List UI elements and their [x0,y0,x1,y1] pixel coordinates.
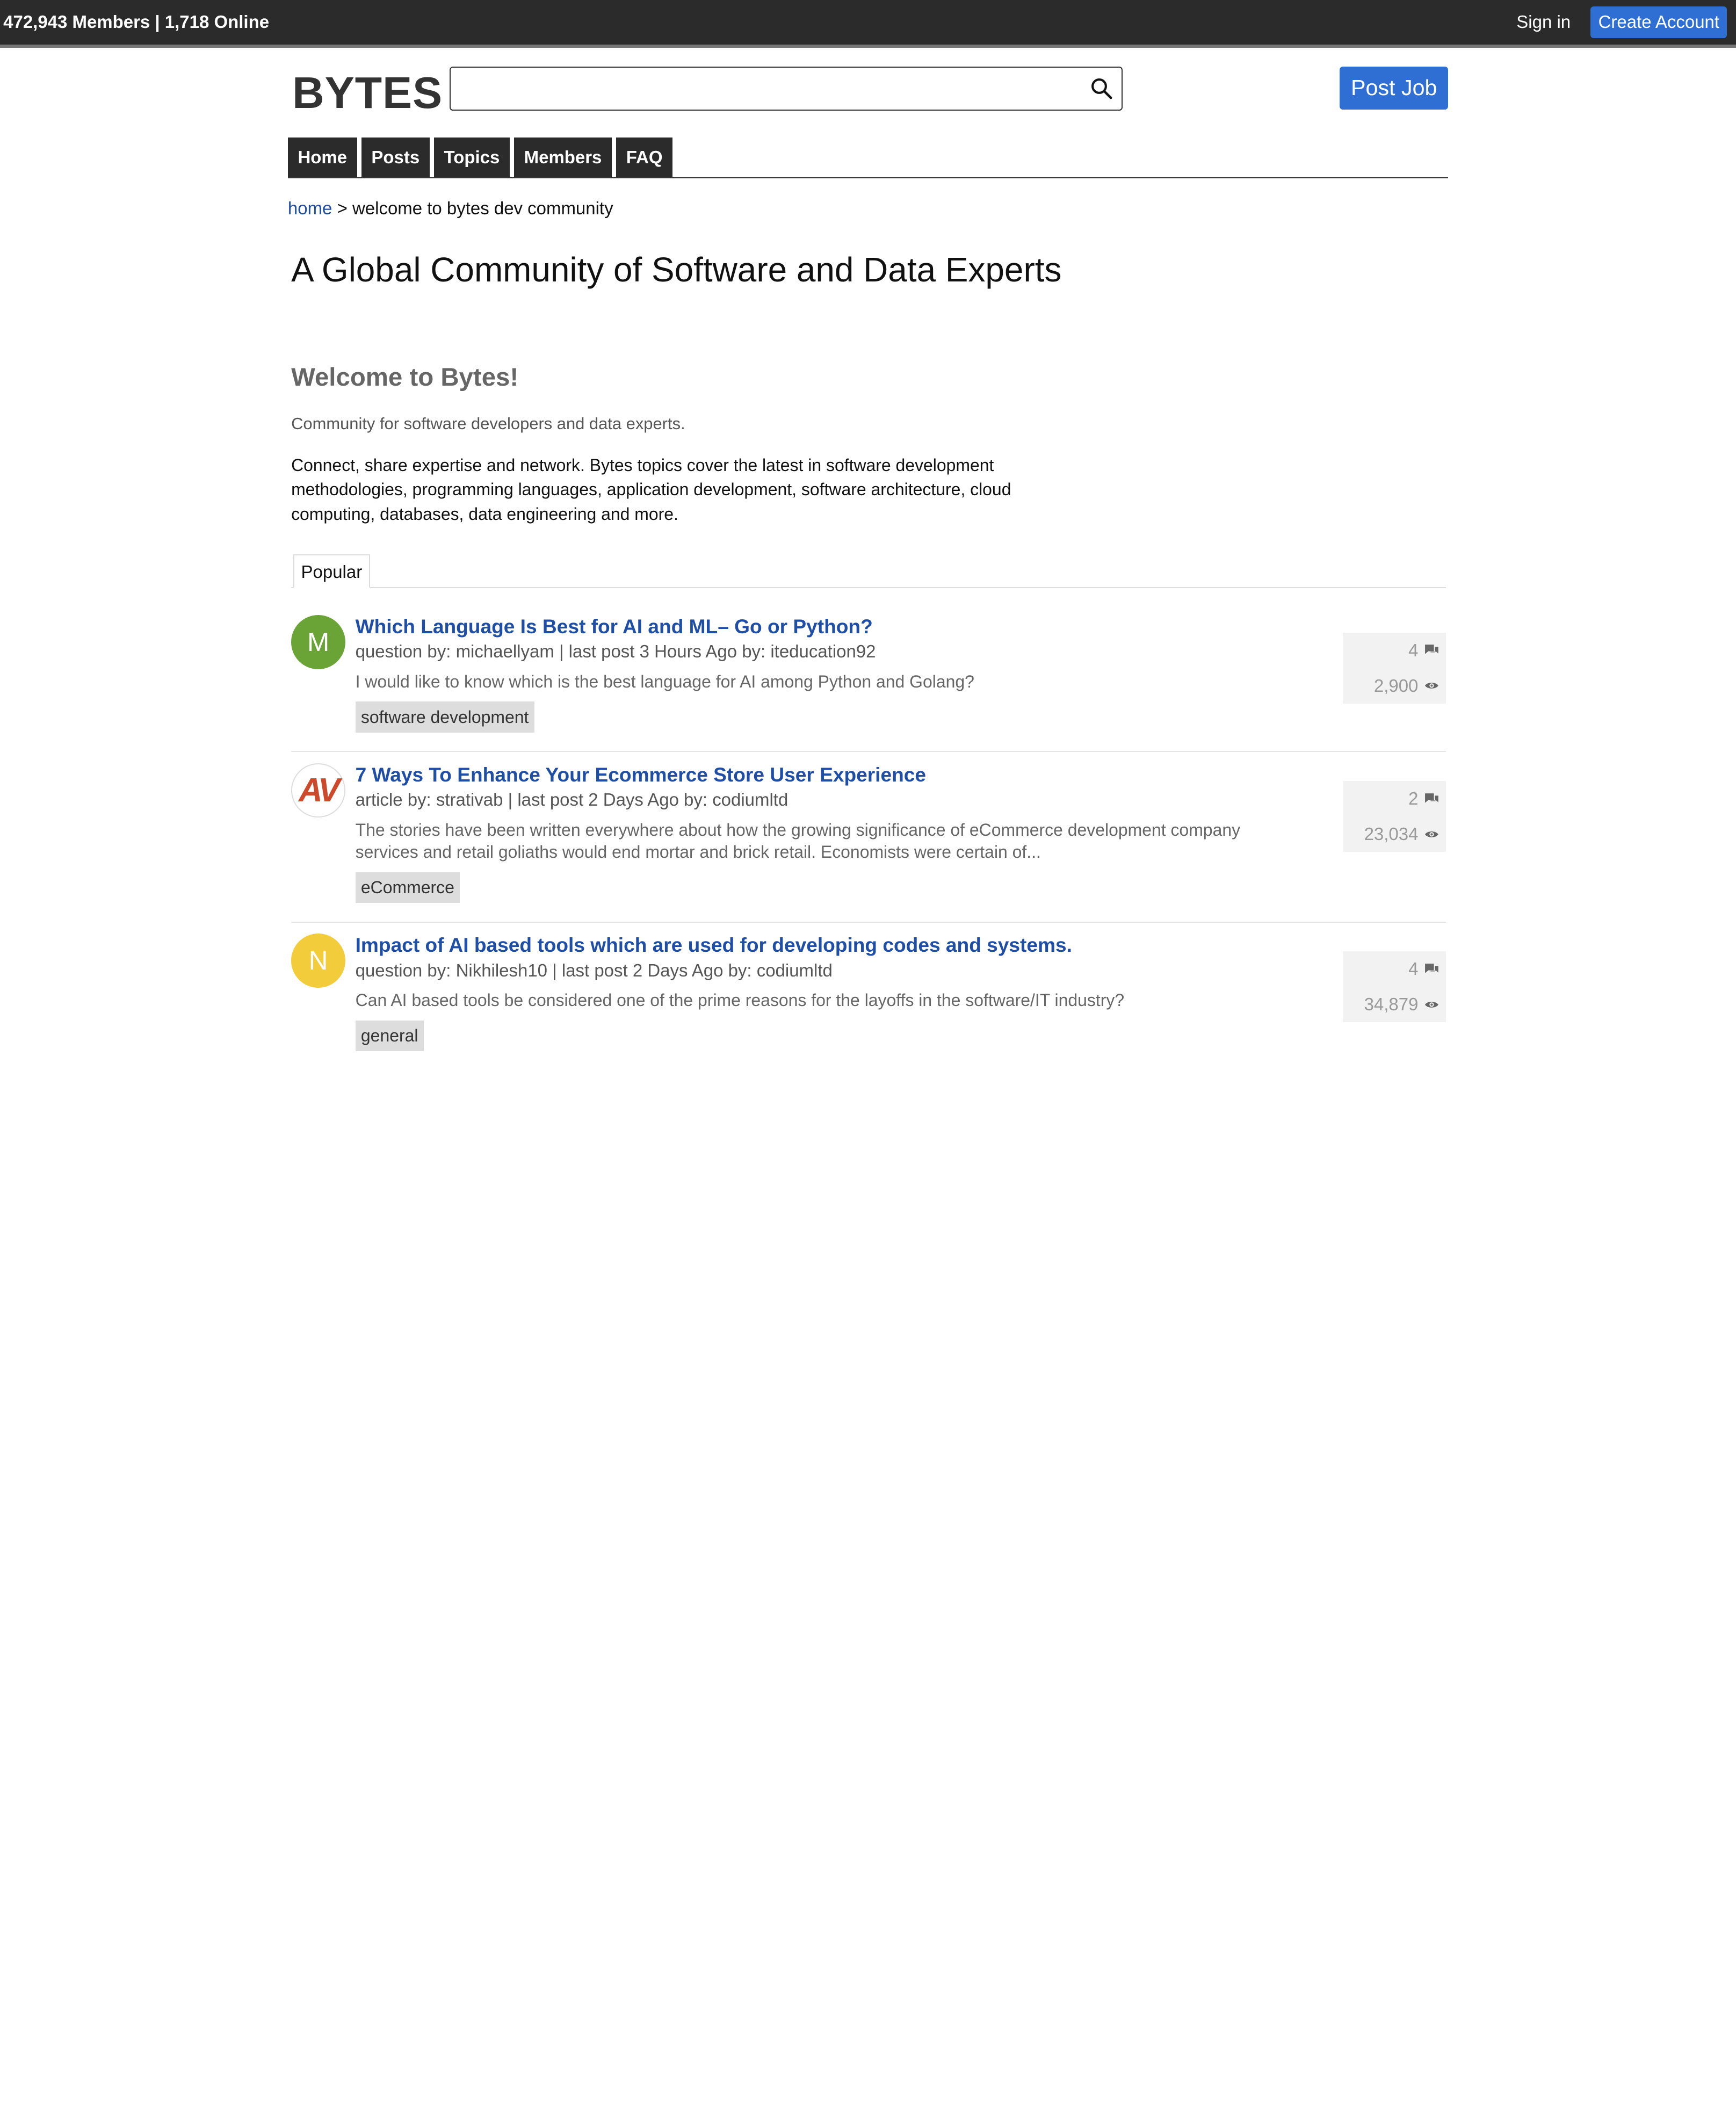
content-tabs: Popular [291,554,1446,589]
breadcrumb-current: welcome to bytes dev community [352,198,613,218]
avatar-letter: M [307,627,330,657]
view-count-row: 34,879 [1343,987,1439,1022]
reply-count-row: 4 [1343,951,1439,987]
main-container: BYTES Post Job Home Posts Topics Members… [287,48,1449,1067]
reply-count: 4 [1408,959,1419,979]
view-count: 34,879 [1364,994,1419,1015]
avatar[interactable]: AV [291,763,346,818]
view-count-row: 23,034 [1343,816,1439,852]
account-links: Sign in Create Account [1516,6,1736,38]
post-stats: 4 2,900 [1343,632,1446,704]
welcome-description: Connect, share expertise and network. By… [291,455,1011,524]
site-logo[interactable]: BYTES [292,68,443,119]
tab-popular[interactable]: Popular [293,554,370,589]
post-tag[interactable]: eCommerce [355,872,460,903]
search-icon[interactable] [1090,77,1112,99]
nav-tab-members[interactable]: Members [514,137,612,177]
post-tag[interactable]: general [355,1020,424,1052]
view-count: 23,034 [1364,823,1419,844]
post-content: Which Language Is Best for AI and ML– Go… [355,588,1446,733]
eye-icon [1424,831,1438,837]
comment-icon [1424,645,1438,655]
post-tag[interactable]: software development [355,701,534,733]
post-job-button[interactable]: Post Job [1340,66,1449,110]
post-excerpt: The stories have been written everywhere… [355,820,1241,862]
post-meta: question by: Nikhilesh10 | last post 2 D… [355,960,833,980]
create-account-button[interactable]: Create Account [1590,6,1727,38]
breadcrumb-home-link[interactable]: home [288,198,332,218]
post-content: 7 Ways To Enhance Your Ecommerce Store U… [355,752,1446,903]
main-nav: Home Posts Topics Members FAQ [287,137,1449,178]
post-title-link[interactable]: 7 Ways To Enhance Your Ecommerce Store U… [356,763,1291,786]
nav-tab-topics[interactable]: Topics [433,137,510,177]
avatar-letter: AV [299,772,340,809]
view-count: 2,900 [1373,675,1419,696]
reply-count-row: 4 [1343,633,1439,668]
breadcrumb-separator: > [337,198,348,218]
post-excerpt: Can AI based tools be considered one of … [355,990,1125,1010]
reply-count: 4 [1408,640,1419,660]
nav-tab-posts[interactable]: Posts [361,137,430,177]
post-meta: question by: michaellyam | last post 3 H… [355,641,876,662]
post-stats: 2 23,034 [1343,781,1446,852]
top-bar: 472,943 Members | 1,718 Online Sign in C… [0,0,1736,48]
page-title: A Global Community of Software and Data … [291,250,1062,289]
comment-icon [1424,793,1438,803]
nav-tab-faq[interactable]: FAQ [616,137,673,177]
comment-icon [1424,964,1438,973]
post-title-link[interactable]: Which Language Is Best for AI and ML– Go… [356,615,1291,638]
post-item: M Which Language Is Best for AI and ML– … [291,588,1446,753]
avatar-letter: N [308,946,328,976]
avatar[interactable]: M [291,614,346,669]
welcome-title: Welcome to Bytes! [291,363,519,392]
site-header: BYTES Post Job [288,48,1449,134]
member-stats: 472,943 Members | 1,718 Online [3,12,270,32]
welcome-subtitle: Community for software developers and da… [291,414,685,433]
post-item: AV 7 Ways To Enhance Your Ecommerce Stor… [291,752,1446,923]
eye-icon [1424,683,1438,689]
post-title-link[interactable]: Impact of AI based tools which are used … [356,934,1291,957]
view-count-row: 2,900 [1343,668,1439,704]
post-content: Impact of AI based tools which are used … [355,923,1446,1052]
post-stats: 4 34,879 [1343,951,1446,1023]
post-item: N Impact of AI based tools which are use… [291,923,1446,1067]
post-meta: article by: strativab | last post 2 Days… [355,790,789,810]
avatar[interactable]: N [291,934,346,988]
breadcrumb: home > welcome to bytes dev community [288,198,1448,219]
reply-count: 2 [1408,788,1419,808]
post-excerpt: I would like to know which is the best l… [355,671,974,691]
nav-tab-home[interactable]: Home [287,137,357,177]
reply-count-row: 2 [1343,781,1439,816]
search-box[interactable] [449,66,1123,111]
eye-icon [1424,1001,1438,1008]
sign-in-link[interactable]: Sign in [1516,12,1571,32]
